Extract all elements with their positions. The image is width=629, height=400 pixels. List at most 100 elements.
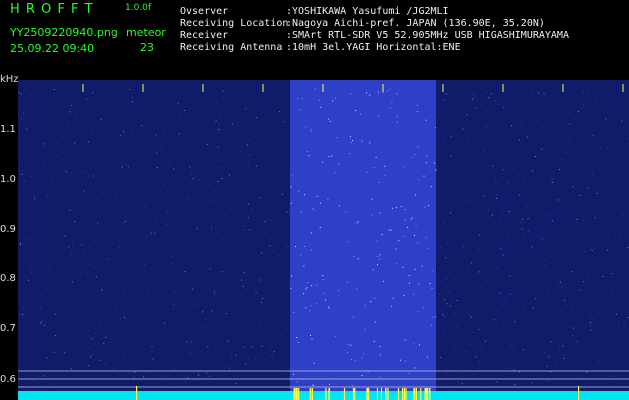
noise-speck <box>525 354 527 355</box>
noise-speck <box>74 112 76 114</box>
noise-speck <box>621 120 623 122</box>
noise-speck <box>308 155 310 157</box>
noise-speck <box>329 121 331 123</box>
noise-speck <box>503 107 505 109</box>
noise-speck <box>91 338 93 340</box>
noise-speck <box>244 226 246 227</box>
noise-speck <box>71 321 73 323</box>
noise-speck <box>154 195 156 197</box>
noise-speck <box>408 372 410 374</box>
noise-speck <box>418 283 420 285</box>
noise-speck <box>572 334 573 336</box>
noise-speck <box>590 317 592 319</box>
noise-speck <box>614 97 616 99</box>
noise-speck <box>254 358 256 360</box>
observer-value: :YOSHIKAWA Yasufumi /JG2MLI <box>286 6 449 17</box>
noise-speck <box>90 250 92 252</box>
noise-speck <box>434 162 435 164</box>
noise-speck <box>559 281 561 283</box>
noise-speck <box>481 286 483 288</box>
noise-speck <box>541 238 543 240</box>
noise-speck <box>498 104 500 106</box>
noise-speck <box>217 180 219 182</box>
noise-speck <box>193 379 195 381</box>
noise-speck <box>84 330 86 332</box>
noise-speck <box>404 360 406 362</box>
noise-speck <box>44 225 46 227</box>
noise-speck <box>336 137 338 139</box>
noise-speck <box>573 327 575 329</box>
noise-speck <box>472 373 474 375</box>
noise-speck <box>289 377 290 379</box>
noise-speck <box>384 165 386 167</box>
noise-speck <box>502 169 504 171</box>
noise-speck <box>594 217 596 219</box>
noise-speck <box>623 326 625 328</box>
noise-speck <box>578 164 580 166</box>
noise-speck <box>48 268 50 270</box>
noise-speck <box>494 222 496 224</box>
noise-speck <box>500 336 502 338</box>
noise-speck <box>116 309 117 311</box>
noise-speck <box>495 177 497 178</box>
noise-speck <box>217 146 219 148</box>
noise-speck <box>162 133 164 134</box>
noise-speck <box>372 269 374 271</box>
noise-speck <box>525 117 526 119</box>
noise-speck <box>391 305 393 307</box>
noise-speck <box>396 263 398 265</box>
noise-speck <box>414 268 416 270</box>
noise-speck <box>391 101 393 103</box>
noise-speck <box>236 125 238 127</box>
noise-speck <box>120 317 122 319</box>
noise-speck <box>228 298 230 300</box>
noise-speck <box>377 264 378 266</box>
noise-speck <box>415 225 417 227</box>
waterfall-spectrogram[interactable] <box>18 80 629 400</box>
trace-spike <box>397 388 400 400</box>
noise-speck <box>304 246 306 247</box>
noise-speck <box>96 198 98 200</box>
noise-speck <box>50 149 52 151</box>
noise-speck <box>215 226 217 228</box>
noise-speck <box>504 301 506 303</box>
noise-speck <box>150 232 152 234</box>
noise-speck <box>319 226 321 228</box>
noise-speck <box>349 153 351 154</box>
noise-speck <box>273 153 275 155</box>
noise-speck <box>596 192 598 194</box>
noise-speck <box>230 353 232 355</box>
noise-speck <box>61 128 62 130</box>
noise-speck <box>85 98 87 100</box>
noise-speck <box>373 167 375 169</box>
noise-speck <box>346 351 348 353</box>
noise-speck <box>300 211 302 213</box>
noise-speck <box>225 313 227 315</box>
noise-speck <box>400 206 402 207</box>
noise-speck <box>19 127 21 129</box>
noise-speck <box>214 293 215 295</box>
noise-speck <box>389 107 391 109</box>
noise-speck <box>288 210 290 212</box>
noise-speck <box>527 231 529 233</box>
y-axis-label: 1.1 <box>0 124 16 135</box>
noise-speck <box>206 144 208 146</box>
location-value: :Nagoya Aichi-pref. JAPAN (136.90E, 35.2… <box>286 18 545 29</box>
trace-spike <box>294 388 296 400</box>
noise-speck <box>558 345 560 347</box>
noise-speck <box>270 238 272 240</box>
noise-speck <box>532 362 534 363</box>
noise-speck <box>251 208 253 210</box>
noise-speck <box>62 135 64 137</box>
noise-speck <box>466 375 468 377</box>
noise-speck <box>123 353 125 354</box>
noise-speck <box>312 384 314 386</box>
noise-speck <box>222 97 224 99</box>
noise-speck <box>107 258 109 260</box>
noise-speck <box>246 288 247 290</box>
noise-speck <box>244 100 246 102</box>
noise-speck <box>222 90 224 92</box>
noise-speck <box>396 116 398 118</box>
noise-speck <box>444 366 446 368</box>
noise-speck <box>103 304 105 306</box>
